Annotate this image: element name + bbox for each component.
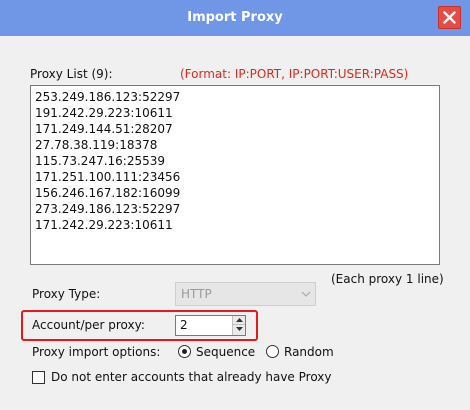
sequence-radio-label[interactable]: Sequence — [196, 345, 255, 359]
account-per-proxy-stepper[interactable]: 2 — [175, 315, 246, 336]
proxy-list-line: 27.78.38.119:18378 — [35, 138, 158, 152]
proxy-list-line: 115.73.247.16:25539 — [35, 154, 166, 168]
arrow-down-icon — [236, 327, 243, 331]
proxy-list-line: 171.242.29.223:10611 — [35, 218, 173, 232]
close-button[interactable] — [438, 6, 461, 29]
stepper-up-button[interactable] — [232, 316, 245, 325]
chevron-down-icon — [301, 291, 311, 297]
sequence-radio[interactable] — [178, 345, 191, 358]
skip-existing-label[interactable]: Do not enter accounts that already have … — [51, 370, 332, 384]
proxy-list-line: 171.249.144.51:28207 — [35, 122, 173, 136]
import-options-label: Proxy import options: — [32, 345, 161, 359]
proxy-list-label: Proxy List (9): — [30, 67, 113, 81]
proxy-type-label: Proxy Type: — [32, 287, 101, 301]
proxy-type-select[interactable]: HTTP — [175, 282, 316, 306]
stepper-down-button[interactable] — [232, 325, 245, 335]
skip-existing-checkbox[interactable] — [32, 371, 45, 384]
arrow-up-icon — [236, 318, 243, 322]
account-per-proxy-label: Account/per proxy: — [32, 318, 145, 332]
proxy-list-line: 191.242.29.223:10611 — [35, 106, 173, 120]
proxy-list-line: 156.246.167.182:16099 — [35, 186, 181, 200]
proxy-list-line: 273.249.186.123:52297 — [35, 202, 181, 216]
random-radio[interactable] — [266, 345, 279, 358]
title-bar: Import Proxy — [0, 0, 470, 36]
proxy-list-line: 171.251.100.111:23456 — [35, 170, 181, 184]
close-icon — [443, 11, 456, 24]
random-radio-label[interactable]: Random — [284, 345, 334, 359]
format-hint: (Format: IP:PORT, IP:PORT:USER:PASS) — [180, 67, 409, 81]
account-per-proxy-value: 2 — [180, 318, 188, 332]
window-title: Import Proxy — [187, 10, 283, 25]
proxy-list-textarea[interactable]: 253.249.186.123:52297 191.242.29.223:106… — [30, 85, 440, 265]
each-proxy-note: (Each proxy 1 line) — [331, 272, 444, 286]
proxy-type-value: HTTP — [181, 287, 212, 301]
proxy-list-line: 253.249.186.123:52297 — [35, 90, 181, 104]
